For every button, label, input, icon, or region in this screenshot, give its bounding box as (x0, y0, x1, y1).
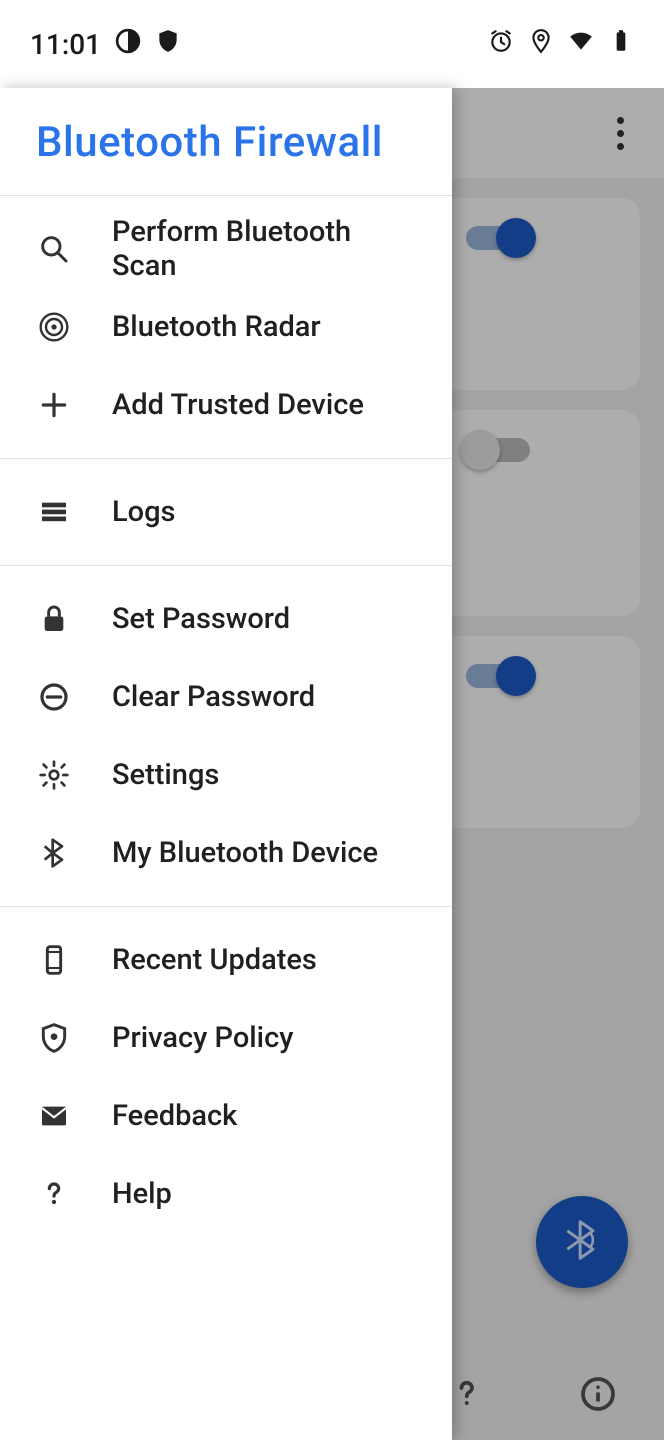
drawer-item-privacy[interactable]: Privacy Policy (0, 999, 452, 1077)
list-icon (36, 494, 72, 530)
drawer-item-add-trusted[interactable]: Add Trusted Device (0, 366, 452, 444)
shield-icon (36, 1020, 72, 1056)
status-dot-icon (115, 28, 141, 61)
drawer-item-scan[interactable]: Perform Bluetooth Scan (0, 210, 452, 288)
drawer-item-label: Bluetooth Radar (112, 310, 321, 344)
drawer-title: Bluetooth Firewall (36, 118, 416, 167)
drawer-item-label: Logs (112, 495, 175, 529)
search-icon (36, 231, 72, 267)
battery-icon (608, 28, 634, 61)
drawer-item-label: My Bluetooth Device (112, 836, 378, 870)
drawer-item-radar[interactable]: Bluetooth Radar (0, 288, 452, 366)
drawer-item-recent-updates[interactable]: Recent Updates (0, 921, 452, 999)
drawer-item-settings[interactable]: Settings (0, 736, 452, 814)
drawer-item-label: Settings (112, 758, 219, 792)
bluetooth-icon (36, 835, 72, 871)
clear-circle-icon (36, 679, 72, 715)
drawer-item-label: Clear Password (112, 680, 315, 714)
drawer-item-label: Recent Updates (112, 943, 317, 977)
help-icon (36, 1176, 72, 1212)
plus-icon (36, 387, 72, 423)
nav-drawer: Bluetooth Firewall Perform Bluetooth Sca… (0, 88, 452, 1440)
phone-icon (36, 942, 72, 978)
drawer-item-logs[interactable]: Logs (0, 473, 452, 551)
drawer-item-label: Help (112, 1177, 172, 1211)
drawer-item-label: Set Password (112, 602, 290, 636)
mail-icon (36, 1098, 72, 1134)
drawer-item-label: Feedback (112, 1099, 237, 1133)
drawer-item-label: Privacy Policy (112, 1021, 293, 1055)
shield-small-icon (155, 28, 181, 61)
drawer-item-clear-password[interactable]: Clear Password (0, 658, 452, 736)
alarm-icon (488, 28, 514, 61)
status-time: 11:01 (30, 28, 101, 61)
location-icon (528, 28, 554, 61)
radar-icon (36, 309, 72, 345)
drawer-item-set-password[interactable]: Set Password (0, 580, 452, 658)
drawer-item-feedback[interactable]: Feedback (0, 1077, 452, 1155)
wifi-icon (568, 28, 594, 61)
drawer-item-label: Perform Bluetooth Scan (112, 215, 416, 283)
lock-icon (36, 601, 72, 637)
drawer-header: Bluetooth Firewall (0, 88, 452, 196)
drawer-item-help[interactable]: Help (0, 1155, 452, 1233)
gear-icon (36, 757, 72, 793)
drawer-item-my-device[interactable]: My Bluetooth Device (0, 814, 452, 892)
drawer-item-label: Add Trusted Device (112, 388, 364, 422)
status-bar: 11:01 (0, 0, 664, 88)
